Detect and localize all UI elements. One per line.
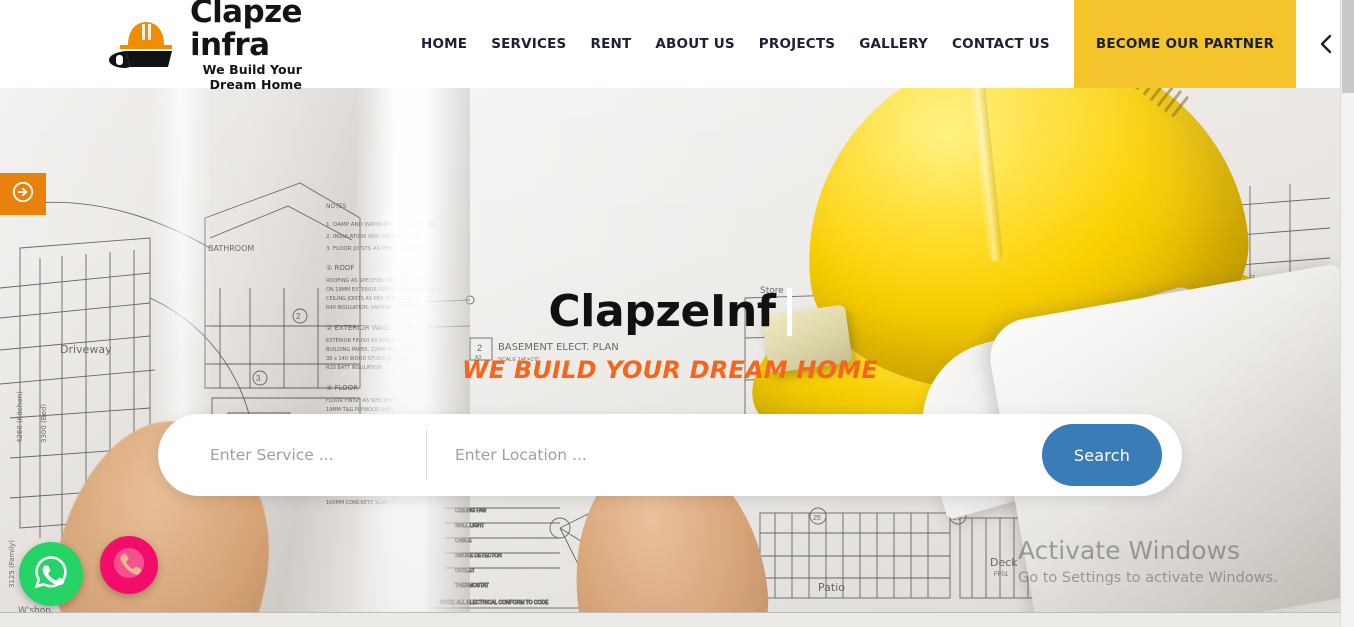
nav-item-gallery[interactable]: GALLERY	[847, 0, 940, 88]
nav-item-services[interactable]: SERVICES	[479, 0, 578, 88]
site-header: Clapze infra We Build Your Dream Home HO…	[0, 0, 1340, 92]
nav-item-home[interactable]: HOME	[409, 0, 479, 88]
nav-item-projects[interactable]: PROJECTS	[747, 0, 847, 88]
location-field-wrap[interactable]	[426, 430, 816, 480]
nav-item-about-us[interactable]: ABOUT US	[643, 0, 746, 88]
whatsapp-button[interactable]	[19, 542, 83, 606]
whatsapp-icon	[31, 552, 71, 597]
nav-item-become-our-partner[interactable]: BECOME OUR PARTNER	[1073, 0, 1297, 88]
main-navigation: HOME SERVICES RENT ABOUT US PROJECTS GAL…	[409, 0, 1354, 88]
search-button[interactable]: Search	[1042, 424, 1162, 486]
scrollbar-thumb[interactable]	[1342, 0, 1354, 93]
brand-name: Clapze infra	[190, 0, 303, 63]
search-input-service[interactable]	[210, 446, 426, 464]
phone-icon	[112, 546, 146, 585]
hero-title: ClapzeInf	[548, 286, 792, 337]
page-bottom-strip	[0, 612, 1340, 627]
typing-cursor	[786, 287, 792, 336]
arrow-right-circle-icon	[12, 181, 34, 208]
nav-item-rent[interactable]: RENT	[578, 0, 643, 88]
nav-item-contact-us[interactable]: CONTACT US	[940, 0, 1062, 88]
page-scrollbar[interactable]	[1340, 0, 1354, 627]
hero-title-text: ClapzeInf	[548, 286, 776, 337]
hero-banner: Driveway 4260 (Kitchen) 3300 (Bed) 3125 …	[0, 88, 1340, 612]
hero-content: ClapzeInf WE BUILD YOUR DREAM HOME Searc…	[0, 88, 1340, 612]
brand-logo[interactable]: Clapze infra We Build Your Dream Home	[106, 0, 303, 92]
toggle-panel-tab[interactable]	[0, 173, 46, 215]
service-field-wrap[interactable]	[158, 430, 426, 480]
hero-subtitle: WE BUILD YOUR DREAM HOME	[462, 356, 878, 384]
hero-search-bar: Search	[158, 414, 1182, 496]
search-input-location[interactable]	[455, 446, 816, 464]
call-button[interactable]	[100, 536, 158, 594]
hard-hat-logo-icon	[106, 15, 186, 73]
brand-tagline: We Build Your Dream Home	[202, 62, 302, 93]
